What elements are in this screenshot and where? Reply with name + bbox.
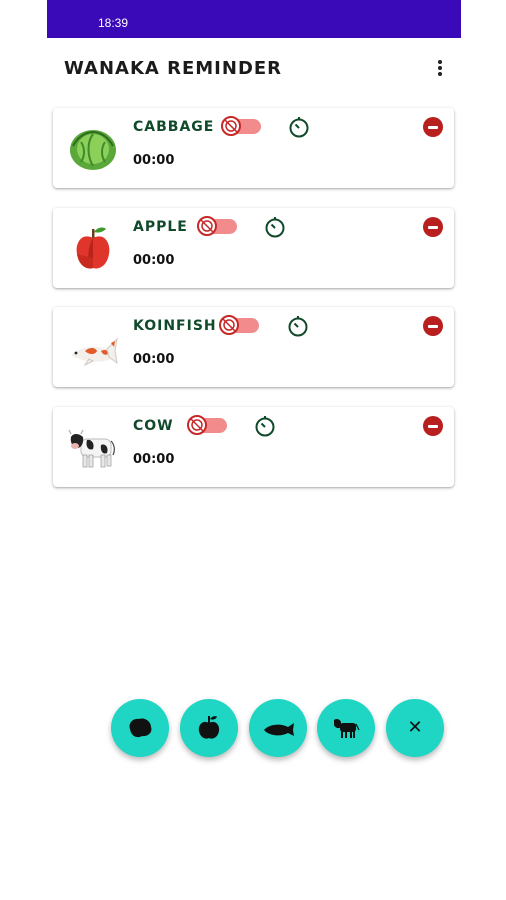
reminder-card-cow[interactable]: COW 00:00	[53, 407, 454, 487]
reminder-toggle[interactable]	[187, 415, 227, 435]
reminder-card-koinfish[interactable]: KOINFISH 00:00	[53, 307, 454, 387]
app-bar: WANAKA REMINDER	[47, 38, 461, 100]
alarm-off-icon	[197, 216, 217, 236]
timer-icon[interactable]	[286, 314, 310, 338]
alarm-off-icon	[187, 415, 207, 435]
overflow-menu-icon[interactable]	[435, 59, 445, 79]
reminder-time[interactable]: 00:00	[133, 452, 174, 467]
remove-icon[interactable]	[423, 217, 443, 237]
status-time: 18:39	[98, 16, 129, 30]
reminder-time[interactable]: 00:00	[133, 253, 174, 268]
reminder-toggle[interactable]	[197, 216, 237, 236]
status-bar: 18:39	[47, 0, 461, 38]
remove-icon[interactable]	[423, 416, 443, 436]
apple-icon	[198, 716, 220, 739]
reminder-name: APPLE	[133, 219, 188, 235]
reminder-card-cabbage[interactable]: CABBAGE 00:00	[53, 108, 454, 188]
reminder-name: COW	[133, 418, 174, 434]
koi-fish-icon	[67, 321, 119, 373]
remove-icon[interactable]	[423, 117, 443, 137]
cow-icon	[67, 421, 119, 473]
reminder-name: KOINFISH	[133, 318, 217, 334]
timer-icon[interactable]	[287, 115, 311, 139]
close-fab[interactable]: ✕	[386, 699, 444, 757]
reminder-toggle[interactable]	[221, 116, 261, 136]
cabbage-icon	[129, 718, 152, 738]
alarm-off-icon	[219, 315, 239, 335]
add-koi-fish-fab[interactable]	[249, 699, 307, 757]
timer-icon[interactable]	[253, 414, 277, 438]
alarm-off-icon	[221, 116, 241, 136]
cabbage-icon	[67, 122, 119, 174]
reminder-toggle[interactable]	[219, 315, 259, 335]
phone-screen: 18:39 WANAKA REMINDER CABBAGE 00:00 APPL…	[47, 0, 461, 900]
reminder-time[interactable]: 00:00	[133, 153, 174, 168]
add-cabbage-fab[interactable]	[111, 699, 169, 757]
timer-icon[interactable]	[263, 215, 287, 239]
app-title: WANAKA REMINDER	[64, 58, 283, 79]
add-apple-fab[interactable]	[180, 699, 238, 757]
close-icon: ✕	[407, 717, 423, 738]
cow-icon	[334, 718, 360, 738]
add-cow-fab[interactable]	[317, 699, 375, 757]
reminder-name: CABBAGE	[133, 119, 215, 135]
reminder-card-apple[interactable]: APPLE 00:00	[53, 208, 454, 288]
apple-icon	[67, 222, 119, 274]
koi-fish-icon	[264, 723, 294, 736]
remove-icon[interactable]	[423, 316, 443, 336]
reminder-time[interactable]: 00:00	[133, 352, 174, 367]
